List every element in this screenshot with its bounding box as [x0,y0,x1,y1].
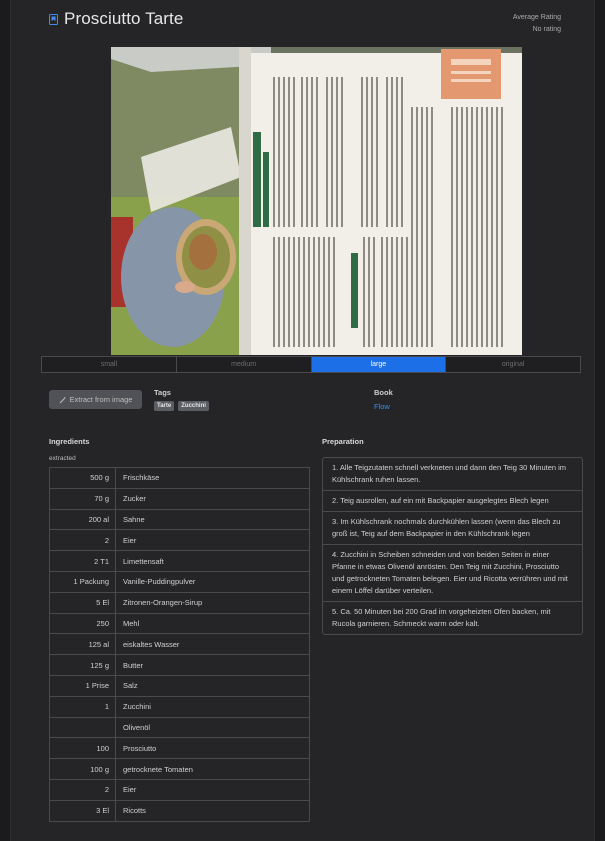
average-rating: Average Rating No rating [513,12,561,36]
ingredient-name: Sahne [115,508,310,531]
ingredient-row: 5 El Zitronen-Orangen-Sirup [49,591,310,614]
ingredient-name: Eier [115,529,310,552]
ingredients-table: 500 g Frischkäse 70 g Zucker 200 al Sahne 2 Eie… [49,467,310,822]
image-size-selector: small medium large original [41,356,581,373]
recipe-panel: Prosciutto Tarte Average Rating No ratin… [10,0,595,841]
preparation-step: 1. Alle Teigzutaten schnell verkneten un… [323,458,582,491]
ingredient-name: Vanille-Puddingpulver [115,570,310,593]
ingredient-row: 1 Packung Vanille-Puddingpulver [49,570,310,593]
preparation-list: 1. Alle Teigzutaten schnell verkneten un… [322,457,583,635]
size-small-button[interactable]: small [42,357,177,372]
ingredient-amount: 5 El [49,591,116,614]
ingredient-name: getrocknete Tomaten [115,758,310,780]
book-label: Book [374,388,393,397]
ingredient-name: Olivenöl [115,716,310,739]
tags-label: Tags [154,388,171,397]
ingredient-name: Mehl [115,612,310,635]
ingredient-row: 250 Mehl [49,612,310,635]
ingredient-row: 2 T1 Limettensaft [49,550,310,572]
ingredient-amount: 70 g [49,487,116,510]
ingredient-amount: 200 al [49,508,116,531]
ingredient-row: 500 g Frischkäse [49,467,310,489]
magic-wand-icon [59,396,66,403]
ingredient-name: Zitronen-Orangen-Sirup [115,591,310,614]
ingredient-amount: 3 El [49,799,116,822]
size-medium-button[interactable]: medium [176,357,312,372]
ingredient-name: Limettensaft [115,550,310,572]
ingredient-name: Frischkäse [115,467,310,489]
ingredient-name: Butter [115,654,310,676]
ingredient-amount: 125 g [49,654,116,676]
bookmark-icon[interactable] [49,13,58,25]
ingredient-amount [49,716,116,739]
size-large-button[interactable]: large [311,357,447,372]
ingredient-row: 125 al eiskaltes Wasser [49,633,310,656]
extract-from-image-button[interactable]: Extract from image [49,390,142,409]
ingredient-amount: 250 [49,612,116,635]
ingredient-row: 100 g getrocknete Tomaten [49,758,310,780]
preparation-step: 4. Zucchini in Scheiben schneiden und vo… [323,545,582,602]
ingredient-amount: 2 [49,529,116,552]
ingredient-row: 1 Prise Salz [49,674,310,697]
ingredient-name: Prosciutto [115,737,310,760]
ingredient-amount: 100 g [49,758,116,780]
ingredient-row: Olivenöl [49,716,310,739]
ingredient-amount: 1 Packung [49,570,116,593]
ingredient-row: 100 Prosciutto [49,737,310,760]
ingredient-amount: 100 [49,737,116,760]
ingredients-subtitle: extracted [49,455,76,462]
tag-badge[interactable]: Zucchini [178,401,209,411]
preparation-step: 5. Ca. 50 Minuten bei 200 Grad im vorgeh… [332,607,551,628]
ingredient-amount: 125 al [49,633,116,656]
ingredient-row: 70 g Zucker [49,487,310,510]
ingredient-row: 3 El Ricotts [49,799,310,822]
title-row: Prosciutto Tarte [49,9,183,29]
size-original-button[interactable]: original [446,357,580,372]
ingredient-row: 2 Eier [49,529,310,552]
ingredient-name: Eier [115,778,310,801]
ingredient-row: 2 Eier [49,778,310,801]
ingredient-name: Zucchini [115,695,310,718]
ingredient-row: 125 g Butter [49,654,310,676]
ingredient-amount: 1 [49,695,116,718]
ingredient-row: 200 al Sahne [49,508,310,531]
recipe-photo[interactable] [111,47,522,355]
ingredient-amount: 1 Prise [49,674,116,697]
book-link[interactable]: Flow [374,402,390,411]
preparation-step: 3. Im Kühlschrank nochmals durchkühlen l… [323,512,582,545]
preparation-step: 2. Teig ausrollen, auf ein mit Backpapie… [323,491,582,512]
tag-list: Tarte Zucchini [154,401,209,411]
ingredient-name: Zucker [115,487,310,510]
ingredient-amount: 2 T1 [49,550,116,572]
rating-value: No rating [532,26,561,33]
ingredient-amount: 2 [49,778,116,801]
extract-label: Extract from image [69,395,133,404]
rating-label: Average Rating [512,14,561,21]
preparation-title: Preparation [322,437,364,446]
ingredient-row: 1 Zucchini [49,695,310,718]
tag-badge[interactable]: Tarte [154,401,175,411]
ingredient-name: eiskaltes Wasser [115,633,310,656]
ingredient-amount: 500 g [49,467,116,489]
ingredient-name: Ricotts [115,799,310,822]
page-title: Prosciutto Tarte [64,9,184,28]
ingredient-name: Salz [115,674,310,697]
ingredients-title: Ingredients [49,437,90,446]
